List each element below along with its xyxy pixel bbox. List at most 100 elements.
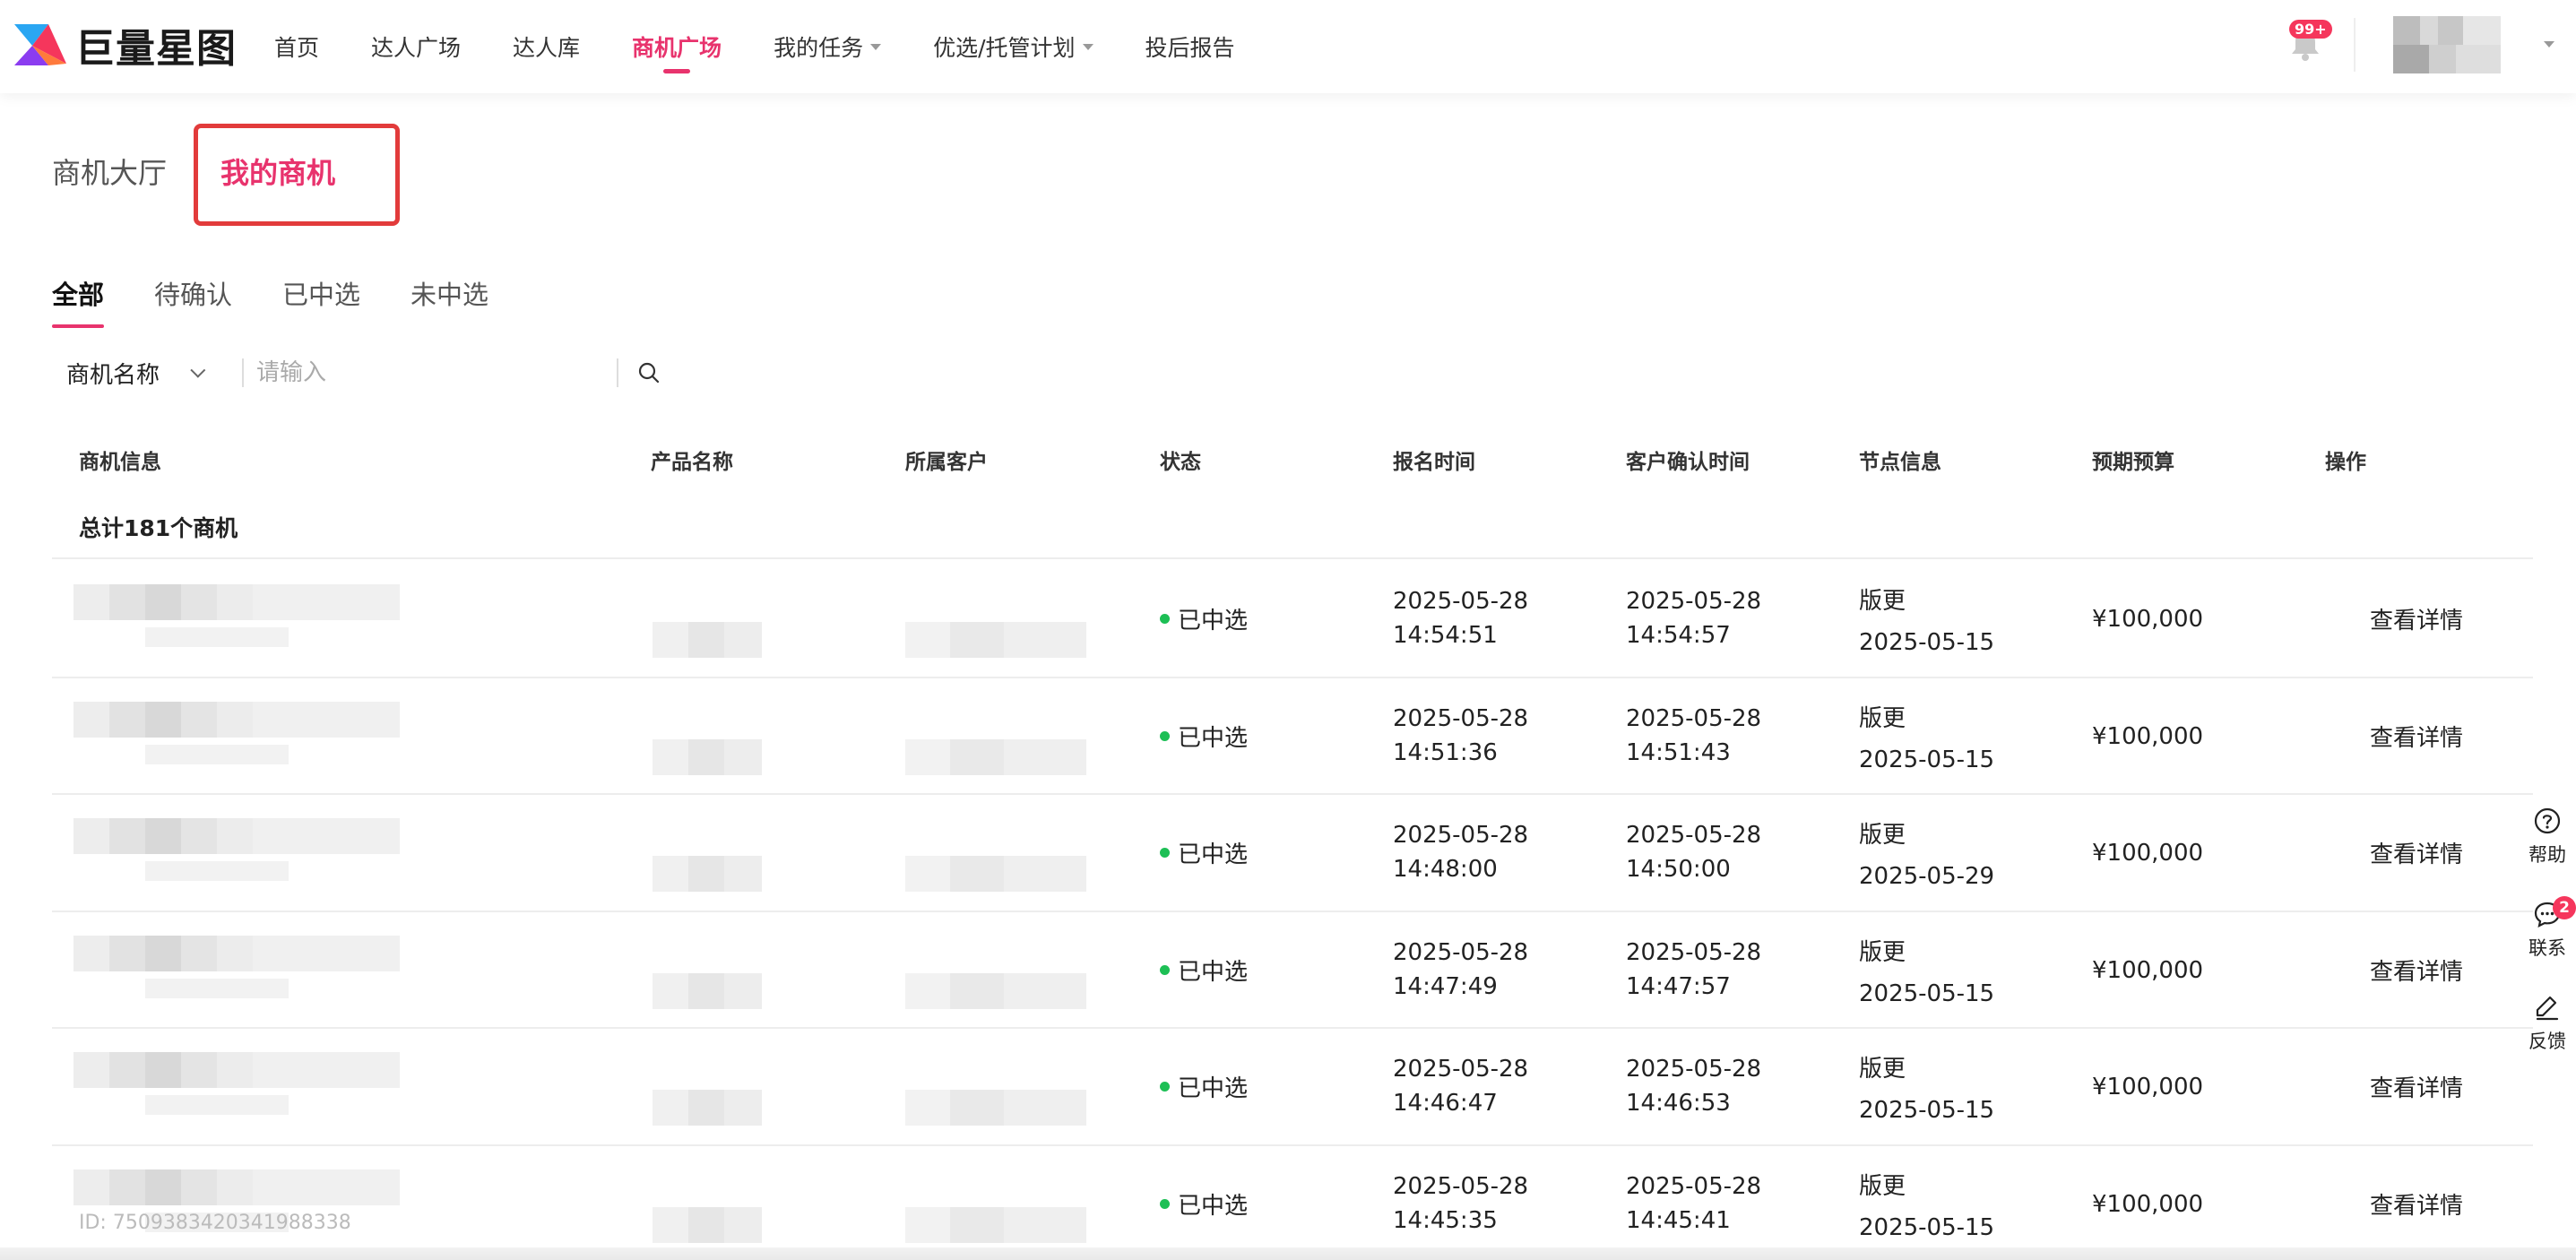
node-info: 版更 2025-05-15 <box>1859 588 1995 656</box>
notification-badge: 99+ <box>2289 20 2332 39</box>
table-header: 商机信息 产品名称 所属客户 状态 报名时间 客户确认时间 节点信息 预期预算 … <box>52 421 2533 493</box>
budget-value: ¥100,000 <box>2092 956 2204 984</box>
budget-value: ¥100,000 <box>2092 1074 2204 1100</box>
search-bar: 商机名称 <box>52 348 667 398</box>
status-badge: 已中选 <box>1160 1070 1248 1103</box>
status-dot-icon <box>1160 964 1170 975</box>
search-field-select[interactable]: 商机名称 <box>52 357 231 390</box>
contact-badge: 2 <box>2553 896 2576 919</box>
node-info: 版更 2025-05-15 <box>1859 1056 1995 1124</box>
tab-selected[interactable]: 已中选 <box>282 274 360 328</box>
client-name-blurred <box>905 738 1086 775</box>
product-name-blurred <box>653 856 762 892</box>
table-row: 已中选 2025-05-28 14:45:35 2025-05-28 14:45:41 版… <box>52 1144 2533 1260</box>
header-client: 所属客户 <box>905 451 988 474</box>
view-details-link[interactable]: 查看详情 <box>2370 602 2463 635</box>
header-budget: 预期预算 <box>2092 451 2174 474</box>
opportunity-info-blurred[interactable] <box>73 935 400 971</box>
product-name-blurred <box>653 738 762 775</box>
node-info: 版更 2025-05-15 <box>1859 1172 1995 1241</box>
status-dot-icon <box>1160 1198 1170 1209</box>
search-button[interactable] <box>631 355 667 391</box>
product-name-blurred <box>653 1206 762 1243</box>
table-row: 已中选 2025-05-28 14:54:51 2025-05-28 14:54:57 版… <box>52 559 2533 676</box>
view-details-link[interactable]: 查看详情 <box>2370 720 2463 753</box>
search-divider <box>242 358 244 387</box>
confirm-time: 2025-05-28 14:46:53 <box>1626 1056 1762 1117</box>
view-details-link[interactable]: 查看详情 <box>2370 1070 2463 1103</box>
search-divider <box>617 358 618 387</box>
client-name-blurred <box>905 972 1086 1009</box>
opportunity-info-blurred <box>145 978 289 998</box>
budget-value: ¥100,000 <box>2092 606 2204 633</box>
status-badge: 已中选 <box>1160 836 1248 869</box>
budget-value: ¥100,000 <box>2092 722 2204 750</box>
opportunity-info-blurred[interactable] <box>73 1169 400 1205</box>
header-product-name: 产品名称 <box>651 451 733 474</box>
table-row: 已中选 2025-05-28 14:47:49 2025-05-28 14:47:57 版… <box>52 910 2533 1027</box>
opportunity-info-blurred <box>145 627 289 647</box>
tab-pending[interactable]: 待确认 <box>154 274 232 328</box>
signup-time: 2025-05-28 14:46:47 <box>1393 1056 1529 1117</box>
chevron-down-icon <box>190 362 206 378</box>
status-dot-icon <box>1160 848 1170 858</box>
status-dot-icon <box>1160 730 1170 741</box>
search-input[interactable] <box>256 359 606 386</box>
budget-value: ¥100,000 <box>2092 1190 2204 1218</box>
opportunity-info-blurred[interactable] <box>73 701 400 738</box>
client-name-blurred <box>905 1090 1086 1126</box>
nav-item-my-tasks[interactable]: 我的任务 <box>774 0 882 93</box>
confirm-time: 2025-05-28 14:54:57 <box>1626 588 1762 649</box>
nav-item-post-report[interactable]: 投后报告 <box>1145 0 1235 93</box>
header-confirm-time: 客户确认时间 <box>1626 451 1750 474</box>
client-name-blurred <box>905 622 1086 658</box>
feedback-button[interactable]: 反馈 <box>2519 993 2576 1054</box>
nav-item-creator-library[interactable]: 达人库 <box>513 0 580 93</box>
product-name-blurred <box>653 622 762 658</box>
edit-icon <box>2536 996 2559 1021</box>
tab-not-selected[interactable]: 未中选 <box>411 274 488 328</box>
bottom-scroll-fade <box>0 1247 2576 1260</box>
opportunity-info-blurred[interactable] <box>73 818 400 854</box>
opportunity-info-blurred[interactable] <box>73 1052 400 1088</box>
nav-item-creator-square[interactable]: 达人广场 <box>371 0 461 93</box>
logo-mark-icon <box>14 24 66 65</box>
product-name-blurred <box>653 1090 762 1126</box>
chevron-down-icon[interactable] <box>2544 41 2554 47</box>
client-name-blurred <box>905 856 1086 892</box>
nav-item-plans[interactable]: 优选/托管计划 <box>933 0 1094 93</box>
header-signup-time: 报名时间 <box>1393 451 1475 474</box>
header-status: 状态 <box>1160 451 1201 474</box>
status-badge: 已中选 <box>1160 602 1248 635</box>
header-node-info: 节点信息 <box>1859 451 1941 474</box>
tab-all[interactable]: 全部 <box>52 274 105 328</box>
opportunity-info-blurred <box>145 1095 289 1115</box>
nav-item-opportunity-square[interactable]: 商机广场 <box>632 0 722 93</box>
nav-divider <box>2354 18 2356 72</box>
confirm-time: 2025-05-28 14:51:43 <box>1626 704 1762 766</box>
nav-item-home[interactable]: 首页 <box>274 0 319 93</box>
view-details-link[interactable]: 查看详情 <box>2370 1187 2463 1221</box>
opportunity-info-blurred <box>145 744 289 764</box>
status-badge: 已中选 <box>1160 720 1248 753</box>
header-actions: 操作 <box>2325 451 2366 474</box>
table-row: 已中选 2025-05-28 14:51:36 2025-05-28 14:51:43 版… <box>52 677 2533 793</box>
total-count: 总计181个商机 <box>79 515 238 541</box>
help-label: 帮助 <box>2528 844 2566 866</box>
opportunity-info-blurred <box>145 861 289 881</box>
tab-opportunity-hall[interactable]: 商机大厅 <box>52 151 167 192</box>
table-row: 已中选 2025-05-28 14:48:00 2025-05-28 14:50:00 版… <box>52 793 2533 910</box>
view-details-link[interactable]: 查看详情 <box>2370 836 2463 869</box>
logo[interactable]: 巨量星图 <box>13 16 237 73</box>
opportunity-info-blurred[interactable] <box>73 584 400 620</box>
status-dot-icon <box>1160 1082 1170 1092</box>
view-details-link[interactable]: 查看详情 <box>2370 954 2463 987</box>
help-button[interactable]: 帮助 <box>2519 807 2576 867</box>
signup-time: 2025-05-28 14:45:35 <box>1393 1172 1529 1234</box>
avatar[interactable] <box>2393 16 2501 73</box>
contact-button[interactable]: 2 联系 <box>2519 896 2576 961</box>
help-icon <box>2534 807 2561 834</box>
caret-down-icon <box>870 43 882 50</box>
signup-time: 2025-05-28 14:47:49 <box>1393 938 1529 1000</box>
caret-down-icon <box>1082 43 1094 50</box>
